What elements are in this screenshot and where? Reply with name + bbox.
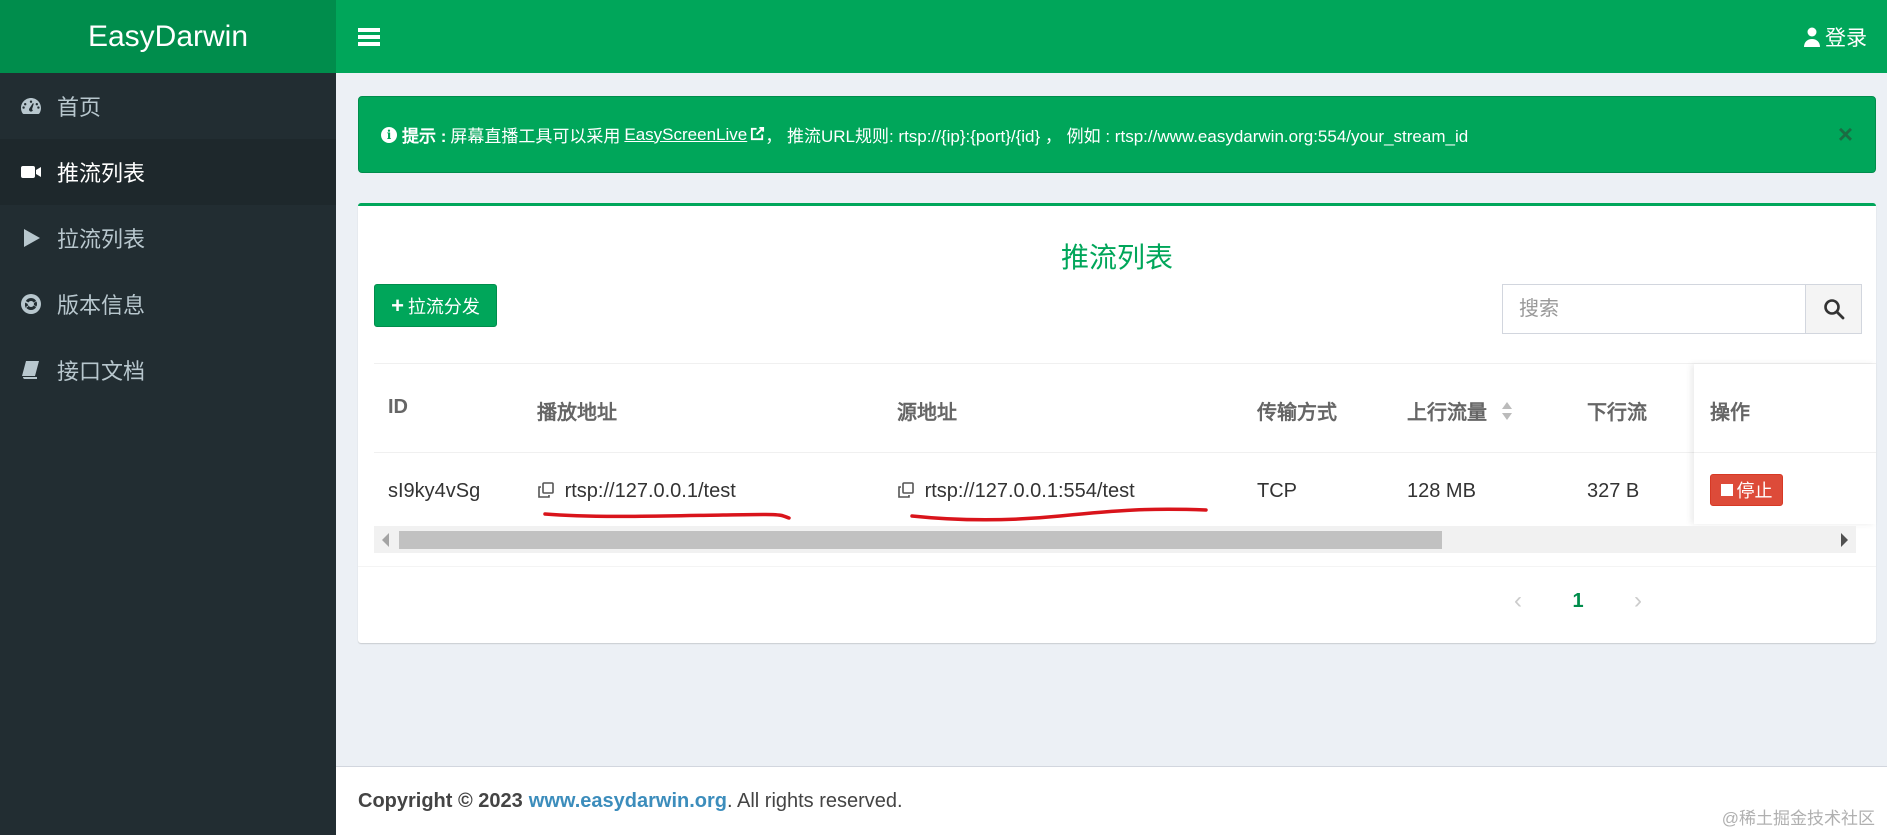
source-url-text: rtsp://127.0.0.1:554/test	[924, 480, 1135, 502]
pagination-prev-chevron-icon[interactable]: ‹	[1488, 581, 1548, 621]
column-header-source-url[interactable]: 源地址	[897, 396, 957, 425]
sidebar-item-label: 推流列表	[57, 161, 146, 186]
watermark: @稀土掘金技术社区	[1721, 809, 1875, 828]
page-footer: Copyright © 2023 www.easydarwin.org . Al…	[336, 766, 1887, 835]
alert-label: 提示 :	[402, 127, 447, 146]
copy-icon[interactable]	[537, 481, 555, 505]
scrollbar-thumb[interactable]	[399, 531, 1442, 549]
pagination: ‹ 1 ›	[1488, 581, 1668, 621]
sidebar-item-push-list[interactable]: 推流列表	[0, 139, 336, 205]
cell-id: sI9ky4vSg	[388, 480, 481, 502]
user-icon	[1804, 27, 1820, 47]
column-header-downstream[interactable]: 下行流	[1587, 396, 1647, 425]
stop-button[interactable]: 停止	[1710, 474, 1783, 506]
column-header-upstream[interactable]: 上行流量	[1407, 396, 1513, 427]
cell-source-url: rtsp://127.0.0.1:554/test	[897, 480, 1135, 505]
footer-copyright: Copyright © 2023	[358, 789, 523, 812]
sidebar-item-label: 首页	[57, 95, 102, 120]
stop-button-label: 停止	[1736, 481, 1773, 501]
video-camera-icon	[19, 160, 57, 184]
cell-transport: TCP	[1257, 480, 1297, 502]
plus-icon: +	[391, 292, 404, 318]
sidebar-item-home[interactable]: 首页	[0, 73, 336, 139]
stop-icon	[1720, 484, 1733, 496]
play-icon	[19, 226, 57, 250]
external-link-icon[interactable]	[747, 125, 765, 145]
top-header: 登录	[336, 0, 1887, 73]
add-pull-distribution-button[interactable]: + 拉流分发	[374, 284, 497, 327]
brand-logo[interactable]: EasyDarwin	[0, 0, 336, 73]
header-divider	[374, 452, 1816, 453]
column-header-upstream-label: 上行流量	[1407, 402, 1487, 424]
cell-upstream: 128 MB	[1407, 480, 1476, 502]
copy-icon[interactable]	[897, 481, 915, 505]
column-header-actions: 操作	[1710, 402, 1750, 424]
add-button-label: 拉流分发	[407, 296, 480, 317]
sidebar-item-label: 版本信息	[57, 293, 146, 318]
sidebar-item-pull-list[interactable]: 拉流列表	[0, 205, 336, 271]
login-label: 登录	[1825, 26, 1867, 50]
column-header-transport[interactable]: 传输方式	[1257, 396, 1337, 425]
column-header-play-url[interactable]: 播放地址	[537, 396, 617, 425]
box-footer-divider	[358, 566, 1876, 567]
cell-downstream: 327 B	[1587, 480, 1640, 502]
sidebar-nav: 首页 推流列表 拉流列表 版本信息 接口文档	[0, 73, 336, 403]
footer-rights: . All rights reserved.	[726, 789, 903, 812]
easyscreenlive-link[interactable]: EasyScreenLive	[624, 125, 747, 145]
horizontal-scrollbar[interactable]	[374, 526, 1856, 553]
stream-table: ID 播放地址 源地址 传输方式 上行流量 下行流 sI9ky4vSg rtsp…	[374, 363, 1876, 553]
sort-icon[interactable]	[1501, 401, 1513, 427]
life-ring-icon	[19, 292, 57, 316]
sidebar-item-version[interactable]: 版本信息	[0, 271, 336, 337]
alert-close-button[interactable]: ×	[1838, 119, 1853, 150]
search-input[interactable]	[1502, 284, 1805, 334]
search-group	[1502, 284, 1862, 334]
book-icon	[19, 358, 57, 382]
footer-site-link[interactable]: www.easydarwin.org	[529, 790, 727, 813]
actions-divider	[1694, 452, 1876, 453]
pagination-next-chevron-icon[interactable]: ›	[1608, 581, 1668, 621]
cell-play-url: rtsp://127.0.0.1/test	[537, 480, 736, 505]
search-icon	[1823, 299, 1844, 320]
info-icon: i	[381, 126, 397, 143]
search-button[interactable]	[1805, 284, 1862, 334]
scroll-right-arrow-icon[interactable]	[1841, 533, 1848, 547]
play-url-text: rtsp://127.0.0.1/test	[564, 480, 736, 502]
fixed-actions-column: 操作 停止	[1694, 364, 1876, 524]
sidebar-item-label: 拉流列表	[57, 227, 146, 252]
dashboard-icon	[19, 94, 57, 118]
sidebar: EasyDarwin 首页 推流列表 拉流列表 版本信息 接口文档	[0, 0, 336, 835]
pagination-page-1[interactable]: 1	[1548, 581, 1608, 621]
login-button[interactable]: 登录	[1803, 22, 1867, 52]
alert-text-after: ， 推流URL规则: rtsp://{ip}:{port}/{id} ， 例如 …	[765, 127, 1469, 146]
menu-toggle-icon[interactable]	[358, 27, 380, 46]
page-title: 推流列表	[1060, 242, 1173, 273]
push-list-box: 推流列表 + 拉流分发 ID 播放地址 源地址 传输方式 上行流量 下行流 sI…	[358, 203, 1876, 643]
alert-text-before: 屏幕直播工具可以采用	[450, 127, 621, 146]
tip-alert: i 提示 : 屏幕直播工具可以采用 EasyScreenLive ， 推流URL…	[358, 96, 1876, 173]
scroll-left-arrow-icon[interactable]	[382, 533, 389, 547]
sidebar-item-label: 接口文档	[57, 359, 146, 384]
column-header-id[interactable]: ID	[388, 396, 408, 419]
sidebar-item-api-docs[interactable]: 接口文档	[0, 337, 336, 403]
